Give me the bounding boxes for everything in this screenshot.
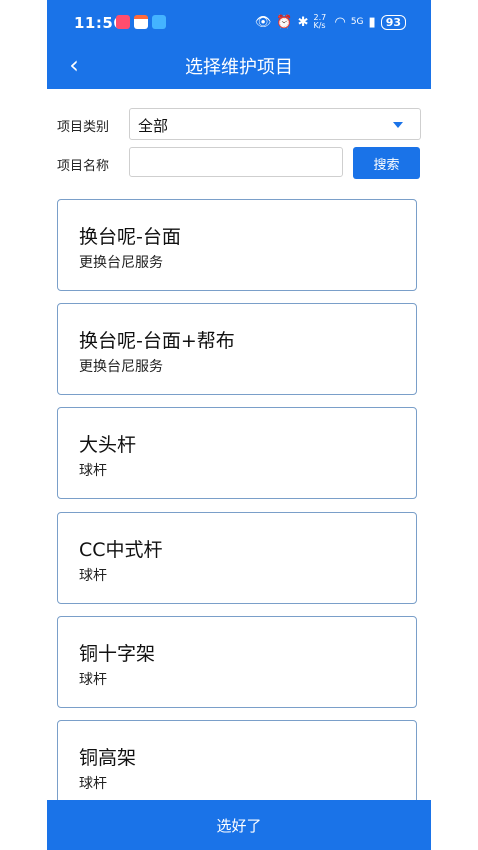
list-item[interactable]: 大头杆 球杆 <box>57 407 417 499</box>
search-button[interactable]: 搜索 <box>353 147 420 179</box>
item-type: 球杆 <box>79 568 107 584</box>
list-item[interactable]: 换台呢-台面 更换台尼服务 <box>57 199 417 291</box>
net-speed: 2.7 K/s <box>313 13 327 30</box>
category-filter-row: 项目类别 全部 <box>57 108 421 140</box>
list-item[interactable]: 换台呢-台面+帮布 更换台尼服务 <box>57 303 417 395</box>
category-selected-value: 全部 <box>138 117 169 135</box>
system-icons: 👁 ⏰ ✱ 2.7 K/s ◠ 5G ▮ 93 <box>255 14 406 30</box>
app-screen: 11:56 👁 ⏰ ✱ 2.7 K/s ◠ 5G ▮ 93 ‹ 选择维护项目 项… <box>47 0 431 850</box>
item-type: 球杆 <box>79 776 107 792</box>
page-title: 选择维护项目 <box>185 57 293 78</box>
list-item[interactable]: CC中式杆 球杆 <box>57 512 417 604</box>
category-select[interactable]: 全部 <box>129 108 421 140</box>
item-name: 铜高架 <box>79 747 137 769</box>
item-list: 换台呢-台面 更换台尼服务 换台呢-台面+帮布 更换台尼服务 大头杆 球杆 CC… <box>57 199 421 800</box>
eye-icon: 👁 <box>254 14 272 30</box>
item-type: 球杆 <box>79 672 107 688</box>
status-bar: 11:56 👁 ⏰ ✱ 2.7 K/s ◠ 5G ▮ 93 <box>47 0 431 44</box>
notification-app-icon <box>116 15 130 29</box>
signal-label: 5G <box>350 17 364 27</box>
item-name: 换台呢-台面 <box>79 226 181 248</box>
item-name: 大头杆 <box>79 434 137 456</box>
signal-icon: ▮ <box>368 14 376 30</box>
wifi-icon: ◠ <box>334 14 346 30</box>
top-bar: 11:56 👁 ⏰ ✱ 2.7 K/s ◠ 5G ▮ 93 ‹ 选择维护项目 <box>47 0 431 89</box>
name-input[interactable] <box>129 147 343 177</box>
list-item[interactable]: 铜高架 球杆 <box>57 720 417 800</box>
item-name: CC中式杆 <box>79 539 163 561</box>
nav-bar: ‹ 选择维护项目 <box>47 44 431 89</box>
bluetooth-icon: ✱ <box>297 14 309 30</box>
caret-down-icon <box>393 122 403 128</box>
battery-indicator: 93 <box>380 14 406 30</box>
name-filter-row: 项目名称 搜索 <box>57 147 421 179</box>
item-name: 铜十字架 <box>79 643 156 665</box>
confirm-button[interactable]: 选好了 <box>47 800 431 850</box>
item-type: 更换台尼服务 <box>79 359 163 375</box>
calendar-icon <box>134 15 148 29</box>
name-label: 项目名称 <box>57 159 110 174</box>
alarm-icon: ⏰ <box>276 14 293 30</box>
item-type: 球杆 <box>79 463 107 479</box>
item-name: 换台呢-台面+帮布 <box>79 330 235 352</box>
weather-icon <box>152 15 166 29</box>
list-item[interactable]: 铜十字架 球杆 <box>57 616 417 708</box>
category-label: 项目类别 <box>57 120 110 135</box>
item-type: 更换台尼服务 <box>79 255 163 271</box>
